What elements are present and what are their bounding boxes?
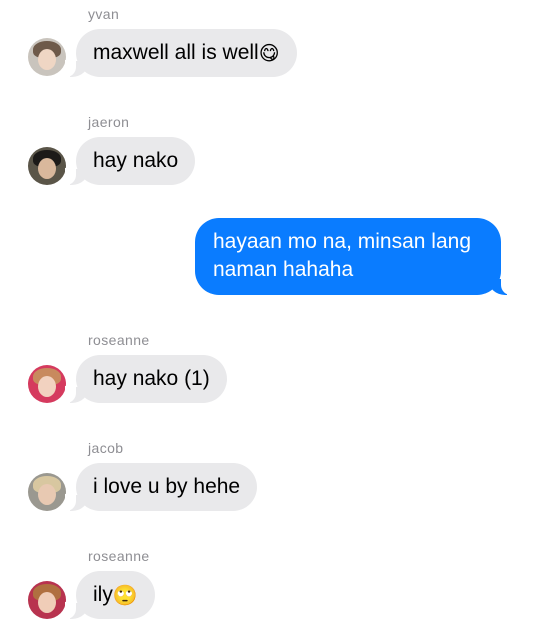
message-bubble[interactable]: maxwell all is well😋 <box>65 29 297 77</box>
avatar-yvan[interactable] <box>28 38 66 76</box>
message-bubble[interactable]: ily🙄 <box>65 571 155 619</box>
message-text: ily <box>93 583 113 606</box>
sender-name: roseanne <box>88 332 150 348</box>
sender-name: jacob <box>88 440 124 456</box>
message-bubble[interactable]: hay nako <box>64 137 196 185</box>
sender-name: roseanne <box>88 548 150 564</box>
avatar-jaeron[interactable] <box>28 147 66 185</box>
avatar-roseanne[interactable] <box>28 365 66 403</box>
eye-roll-emoji-icon: 🙄 <box>112 585 138 607</box>
avatar-roseanne[interactable] <box>28 581 66 619</box>
message-text: hay nako (1) <box>93 367 210 390</box>
message-bubble[interactable]: hay nako (1) <box>65 355 227 403</box>
avatar-jacob[interactable] <box>28 473 66 511</box>
message-bubble[interactable]: i love u by hehe <box>64 463 258 511</box>
message-text: hay nako <box>93 149 179 172</box>
message-text: maxwell all is well <box>93 41 259 64</box>
sender-name: yvan <box>88 6 120 22</box>
message-text: i love u by hehe <box>93 475 241 498</box>
yum-emoji-icon: 😋 <box>258 43 280 65</box>
outgoing-message-bubble[interactable]: hayaan mo na, minsan lang naman hahaha <box>195 218 512 295</box>
sender-name: jaeron <box>88 114 130 130</box>
message-text: hayaan mo na, minsan lang naman hahaha <box>213 230 471 281</box>
